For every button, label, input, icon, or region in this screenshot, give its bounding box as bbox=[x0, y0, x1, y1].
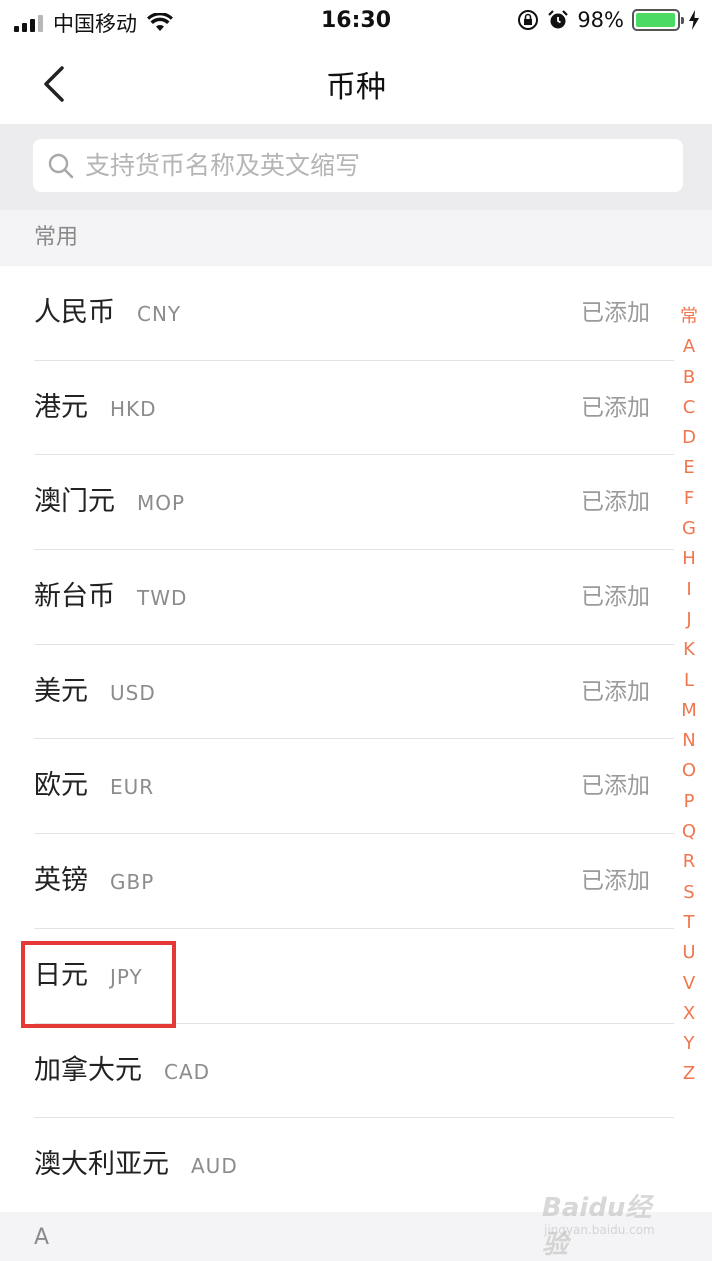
index-letter[interactable]: R bbox=[683, 847, 696, 877]
index-letter[interactable]: O bbox=[682, 756, 696, 786]
status-right: 98% bbox=[517, 8, 700, 32]
search-area bbox=[0, 124, 712, 210]
added-status: 已添加 bbox=[581, 489, 650, 516]
index-letter[interactable]: X bbox=[683, 999, 695, 1029]
watermark-sub: jingyan.baidu.com bbox=[544, 1223, 655, 1237]
battery-percent: 98% bbox=[577, 8, 624, 32]
currency-row-eur[interactable]: 欧元 EUR 已添加 bbox=[0, 739, 712, 834]
currency-name-text: 澳大利亚元 bbox=[34, 1149, 169, 1181]
currency-code: HKD bbox=[110, 396, 157, 421]
currency-row-usd[interactable]: 美元 USD 已添加 bbox=[0, 645, 712, 740]
currency-code: CNY bbox=[137, 302, 182, 326]
currency-name: 英镑 GBP bbox=[34, 834, 154, 929]
section-header-common: 常用 bbox=[0, 210, 712, 266]
alarm-icon bbox=[548, 10, 569, 29]
currency-name: 日元 JPY bbox=[34, 929, 143, 1024]
currency-name: 新台币 TWD bbox=[34, 550, 187, 645]
watermark-logo: Baidu经验 jingyan.baidu.com bbox=[534, 1179, 674, 1260]
added-status: 已添加 bbox=[581, 868, 650, 895]
index-letter[interactable]: N bbox=[682, 726, 695, 756]
currency-code: AUD bbox=[191, 1154, 238, 1179]
added-status: 已添加 bbox=[581, 300, 650, 326]
index-letter[interactable]: J bbox=[686, 605, 691, 635]
search-box[interactable] bbox=[33, 139, 683, 192]
currency-code: CAD bbox=[164, 1059, 211, 1084]
index-letter[interactable]: 常 bbox=[680, 302, 698, 332]
currency-code: EUR bbox=[110, 775, 155, 800]
index-letter[interactable]: H bbox=[682, 544, 696, 574]
nav-bar: 币种 bbox=[0, 46, 712, 124]
index-letter[interactable]: U bbox=[682, 938, 695, 968]
index-letter[interactable]: S bbox=[683, 878, 694, 908]
currency-name: 加拿大元 CAD bbox=[34, 1024, 210, 1119]
status-bar: 中国移动 16:30 98% bbox=[0, 0, 712, 46]
alphabet-index: 常ABCDEFGHIJKLMNOPQRSTUVXYZ bbox=[676, 302, 702, 1090]
currency-code: JPY bbox=[110, 964, 143, 989]
currency-name: 港元 HKD bbox=[34, 361, 157, 456]
currency-name-text: 美元 bbox=[34, 675, 88, 707]
currency-name-text: 加拿大元 bbox=[34, 1054, 142, 1086]
currency-name: 澳大利亚元 AUD bbox=[34, 1118, 238, 1213]
currency-name-text: 港元 bbox=[34, 391, 88, 423]
index-letter[interactable]: G bbox=[682, 514, 696, 544]
currency-name: 人民币 CNY bbox=[34, 266, 181, 361]
currency-name-text: 欧元 bbox=[34, 770, 88, 802]
currency-code: GBP bbox=[110, 870, 155, 895]
currency-code: TWD bbox=[137, 586, 188, 611]
currency-name-text: 英镑 bbox=[34, 865, 88, 897]
index-letter[interactable]: Y bbox=[684, 1029, 695, 1059]
index-letter[interactable]: D bbox=[682, 423, 696, 453]
index-letter[interactable]: I bbox=[686, 575, 691, 605]
added-status: 已添加 bbox=[581, 773, 650, 800]
currency-list: 人民币 CNY 已添加 港元 HKD 已添加 澳门元 MOP 已添加 新台币 TWD 已添加 美元 USD… bbox=[0, 266, 712, 1213]
index-letter[interactable]: L bbox=[684, 666, 694, 696]
currency-name: 澳门元 MOP bbox=[34, 455, 185, 550]
currency-row-cad[interactable]: 加拿大元 CAD bbox=[0, 1024, 712, 1119]
index-letter[interactable]: M bbox=[681, 696, 697, 726]
index-letter[interactable]: P bbox=[684, 787, 695, 817]
currency-name-text: 澳门元 bbox=[34, 486, 115, 518]
index-letter[interactable]: T bbox=[684, 908, 695, 938]
currency-name: 美元 USD bbox=[34, 645, 156, 740]
currency-row-gbp[interactable]: 英镑 GBP 已添加 bbox=[0, 834, 712, 929]
added-status: 已添加 bbox=[581, 678, 650, 705]
index-letter[interactable]: F bbox=[684, 484, 694, 514]
currency-name-text: 日元 bbox=[34, 959, 88, 991]
search-input[interactable] bbox=[85, 139, 665, 192]
added-status: 已添加 bbox=[581, 394, 650, 421]
index-letter[interactable]: Z bbox=[683, 1059, 695, 1089]
added-status: 已添加 bbox=[581, 584, 650, 611]
index-letter[interactable]: Q bbox=[682, 817, 696, 847]
currency-name-text: 新台币 bbox=[34, 581, 115, 613]
index-letter[interactable]: C bbox=[683, 393, 696, 423]
rotation-lock-icon bbox=[518, 10, 539, 30]
index-letter[interactable]: E bbox=[683, 453, 694, 483]
page-title: 币种 bbox=[326, 70, 386, 105]
currency-name-text: 人民币 bbox=[34, 297, 115, 328]
index-letter[interactable]: A bbox=[683, 332, 695, 362]
currency-row-jpy[interactable]: 日元 JPY bbox=[0, 929, 712, 1024]
currency-row-twd[interactable]: 新台币 TWD 已添加 bbox=[0, 550, 712, 645]
currency-code: MOP bbox=[137, 491, 186, 516]
currency-code: USD bbox=[110, 680, 156, 705]
index-letter[interactable]: V bbox=[683, 969, 695, 999]
index-letter[interactable]: K bbox=[683, 635, 695, 665]
battery-icon bbox=[632, 9, 684, 31]
search-icon bbox=[48, 153, 74, 179]
currency-row-mop[interactable]: 澳门元 MOP 已添加 bbox=[0, 455, 712, 550]
currency-row-cny[interactable]: 人民币 CNY 已添加 bbox=[0, 266, 712, 361]
charging-icon bbox=[689, 10, 699, 30]
index-letter[interactable]: B bbox=[683, 363, 695, 393]
currency-row-hkd[interactable]: 港元 HKD 已添加 bbox=[0, 361, 712, 456]
currency-name: 欧元 EUR bbox=[34, 739, 154, 834]
